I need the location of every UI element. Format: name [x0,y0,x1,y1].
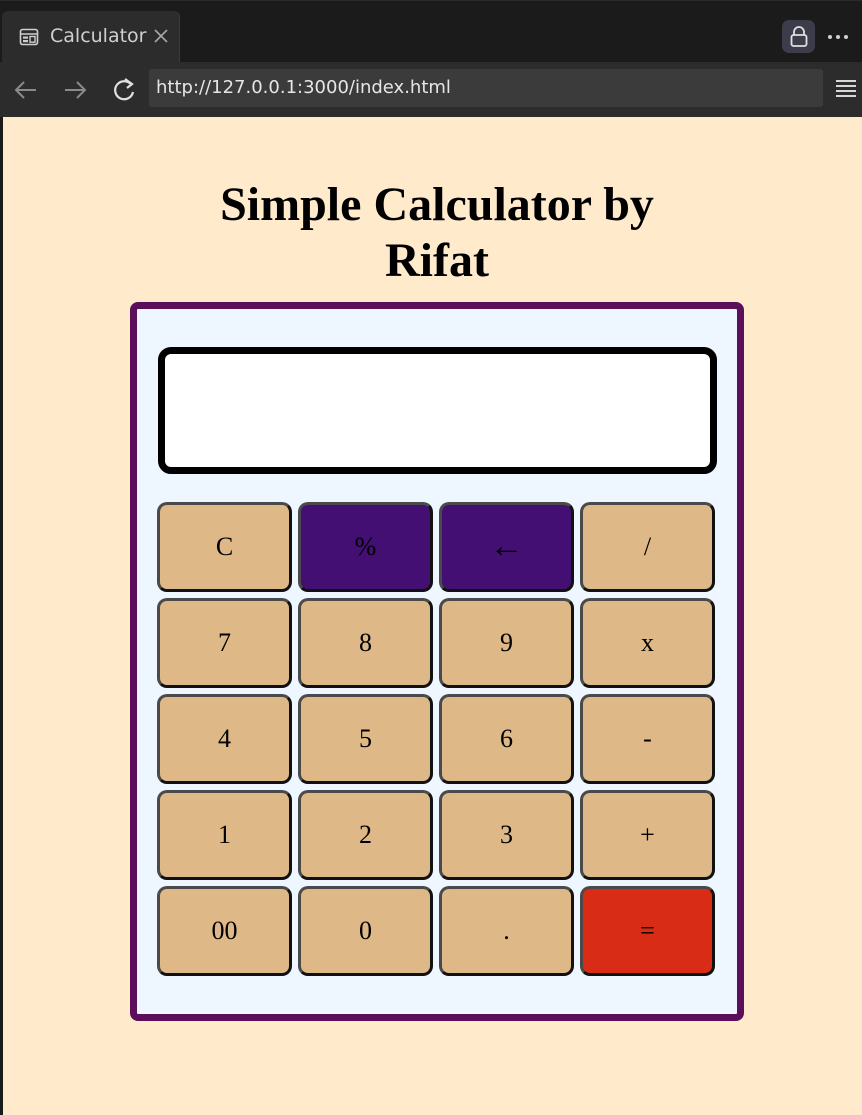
equals-button[interactable]: = [580,886,715,976]
digit-9-button[interactable]: 9 [439,598,574,688]
calculator-display[interactable] [158,347,717,474]
digit-1-button[interactable]: 1 [157,790,292,880]
page-title-line-2: Rifat [385,234,489,287]
percent-button[interactable]: % [298,502,433,592]
address-bar[interactable] [149,69,823,107]
browser-tab-page-icon [19,27,39,47]
digit-0-button[interactable]: 0 [298,886,433,976]
more-options-button[interactable] [824,23,852,51]
digit-6-button[interactable]: 6 [439,694,574,784]
digit-4-button[interactable]: 4 [157,694,292,784]
more-dots-icon [828,35,848,39]
page-viewport: Simple Calculator by Rifat C % ← / 7 8 9… [3,117,862,1115]
digit-7-button[interactable]: 7 [157,598,292,688]
digit-8-button[interactable]: 8 [298,598,433,688]
digit-3-button[interactable]: 3 [439,790,574,880]
decimal-button[interactable]: . [439,886,574,976]
page-title-line-1: Simple Calculator by [220,178,654,231]
arrow-left-icon[interactable] [11,75,41,105]
lock-icon [790,26,808,47]
navigation-bar [0,62,862,117]
add-button[interactable]: + [580,790,715,880]
close-icon[interactable] [152,27,170,45]
digit-2-button[interactable]: 2 [298,790,433,880]
double-zero-button[interactable]: 00 [157,886,292,976]
digit-5-button[interactable]: 5 [298,694,433,784]
reload-icon[interactable] [109,75,139,105]
hamburger-menu-icon[interactable] [834,76,860,102]
browser-window: Calculator http://127.0.0.1:3000/index.h… [0,0,862,1115]
keypad: C % ← / 7 8 9 x 4 5 6 - 1 2 3 + 00 0 . = [157,502,717,976]
calculator: C % ← / 7 8 9 x 4 5 6 - 1 2 3 + 00 0 . = [130,302,744,1021]
backspace-button[interactable]: ← [439,502,574,592]
tab-calculator[interactable]: Calculator [2,11,180,63]
lock-button[interactable] [782,20,815,53]
page-title: Simple Calculator by Rifat [3,177,862,289]
arrow-right-icon[interactable] [60,75,90,105]
tab-title: Calculator [50,25,147,47]
clear-button[interactable]: C [157,502,292,592]
subtract-button[interactable]: - [580,694,715,784]
tab-bar: Calculator [0,0,862,63]
multiply-button[interactable]: x [580,598,715,688]
divide-button[interactable]: / [580,502,715,592]
